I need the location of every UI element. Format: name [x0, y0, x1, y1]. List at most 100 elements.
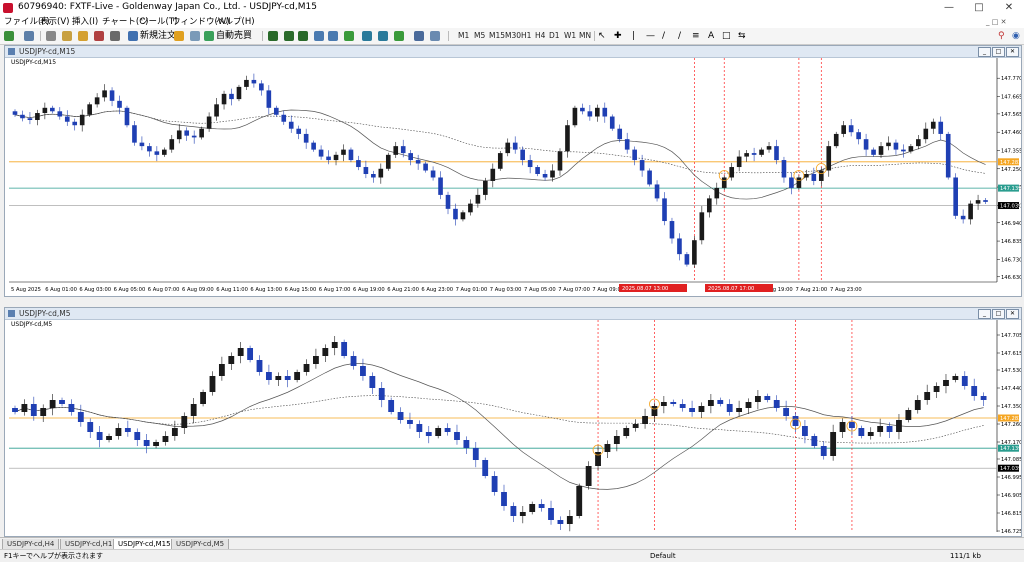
candle-body [781, 160, 787, 178]
equidistant-channel-icon[interactable]: ∕ [678, 30, 681, 42]
chart-m15[interactable]: USDJPY-cd,M15 147.770 147.665 147.565 147.46… [5, 58, 1021, 296]
fibonacci-icon[interactable]: ≡ [692, 30, 700, 42]
price-label: 147.039 [1000, 204, 1021, 210]
chart-shift-icon[interactable] [378, 31, 388, 41]
timeframe-m5[interactable]: M5 [474, 30, 485, 42]
chart-close-icon[interactable]: ✕ [1006, 47, 1019, 57]
candle-body [699, 212, 705, 241]
timeframe-m1[interactable]: M1 [458, 30, 469, 42]
timeframe-m30[interactable]: M30 [505, 30, 521, 42]
candle-body [12, 408, 18, 412]
candle-body [811, 436, 818, 446]
candle-body [468, 203, 473, 213]
candle-body [729, 167, 735, 178]
chart-minimize-icon[interactable]: _ [978, 309, 991, 319]
candle-body [475, 194, 481, 204]
indicators-icon[interactable] [394, 31, 404, 41]
candlestick-icon[interactable] [284, 31, 294, 41]
price-label: 147.039 [1000, 466, 1021, 472]
chat-icon[interactable]: ◉ [1012, 30, 1020, 42]
market-watch-icon[interactable] [46, 31, 56, 41]
candle-body [945, 133, 951, 178]
close-icon[interactable]: ✕ [994, 0, 1024, 16]
symbol-label: USDJPY-cd,M15 [11, 59, 56, 66]
candle-body [774, 146, 779, 161]
timeframe-mn[interactable]: MN [579, 30, 591, 42]
profiles-icon[interactable] [24, 31, 34, 41]
data-window-icon[interactable] [62, 31, 72, 41]
crosshair-icon[interactable]: ✚ [614, 30, 622, 42]
candle-body [311, 142, 316, 150]
chart-maximize-icon[interactable]: □ [992, 309, 1005, 319]
candle-body [721, 177, 727, 188]
timeframe-d1[interactable]: D1 [549, 30, 560, 42]
arrows-icon[interactable]: ⇆ [738, 30, 746, 42]
menu-minimize-icon[interactable]: _ □ ✕ [986, 16, 1006, 28]
candle-body [961, 376, 968, 386]
cursor-icon[interactable]: ↖ [598, 30, 606, 42]
auto-trading-button[interactable]: 自動売買 [216, 30, 252, 42]
new-order-icon[interactable] [128, 31, 138, 41]
trendline-icon[interactable]: / [662, 30, 665, 42]
timeframe-h4[interactable]: H4 [535, 30, 545, 42]
signals-icon[interactable] [190, 31, 200, 41]
candle-body [218, 364, 225, 376]
candle-body [169, 139, 175, 150]
candle-body [878, 146, 884, 155]
menu-view[interactable]: 表示(V) [40, 16, 69, 28]
candle-body [256, 360, 263, 372]
price-tick-label: 146.630 [1001, 275, 1021, 281]
new-chart-icon[interactable] [4, 31, 14, 41]
navigator-icon[interactable] [78, 31, 88, 41]
candle-body [613, 436, 620, 444]
candle-body [378, 168, 384, 178]
candle-body [228, 356, 235, 364]
candle-body [115, 428, 122, 436]
menu-help[interactable]: ヘルプ(H) [216, 16, 255, 28]
chart-window-m15[interactable]: USDJPY-cd,M15 _ □ ✕ USDJPY-cd,M15 147.770… [4, 45, 1022, 297]
chart-maximize-icon[interactable]: □ [992, 47, 1005, 57]
text-icon[interactable]: A [708, 30, 714, 42]
candle-body [811, 174, 817, 181]
chart-window-m5[interactable]: USDJPY-cd,M5 _ □ ✕ USDJPY-cd,M5 147.705 14… [4, 307, 1022, 537]
menu-insert[interactable]: 挿入(I) [72, 16, 98, 28]
price-tick-label: 147.460 [1001, 130, 1021, 136]
templates-icon[interactable] [430, 31, 440, 41]
zoom-out-icon[interactable] [328, 31, 338, 41]
auto-trading-icon[interactable] [204, 31, 214, 41]
bar-chart-icon[interactable] [268, 31, 278, 41]
terminal-icon[interactable] [94, 31, 104, 41]
timeframe-m15[interactable]: M15 [489, 30, 505, 42]
candle-body [181, 416, 188, 428]
zoom-in-icon[interactable] [314, 31, 324, 41]
candle-body [789, 177, 794, 188]
timeframe-h1[interactable]: H1 [521, 30, 531, 42]
horizontal-line-icon[interactable]: — [646, 30, 655, 42]
time-tick-label: 5 Aug 2025 [11, 287, 41, 293]
timeframe-w1[interactable]: W1 [564, 30, 576, 42]
chart-minimize-icon[interactable]: _ [978, 47, 991, 57]
auto-scroll-icon[interactable] [362, 31, 372, 41]
maximize-icon[interactable]: □ [964, 0, 994, 16]
candle-body [482, 460, 489, 476]
candle-body [303, 133, 309, 143]
line-chart-icon[interactable] [298, 31, 308, 41]
candle-body [21, 404, 28, 412]
tile-windows-icon[interactable] [344, 31, 354, 41]
periods-icon[interactable] [414, 31, 424, 41]
text-label-icon[interactable]: □ [722, 30, 731, 42]
vertical-line-icon[interactable]: | [632, 30, 635, 42]
strategy-tester-icon[interactable] [110, 31, 120, 41]
candle-body [296, 128, 302, 134]
candle-body [407, 420, 413, 424]
candle-body [322, 348, 329, 356]
minimize-icon[interactable]: — [934, 0, 964, 16]
chart-m5[interactable]: USDJPY-cd,M5 147.705 147.615 147.530 147.440… [5, 320, 1021, 536]
metaeditor-icon[interactable] [174, 31, 184, 41]
chart-close-icon[interactable]: ✕ [1006, 309, 1019, 319]
search-icon[interactable]: ⚲ [998, 30, 1005, 42]
candle-body [244, 79, 249, 87]
candle-body [94, 97, 100, 105]
candle-body [519, 512, 526, 516]
new-order-button[interactable]: 新規注文 [140, 30, 176, 42]
